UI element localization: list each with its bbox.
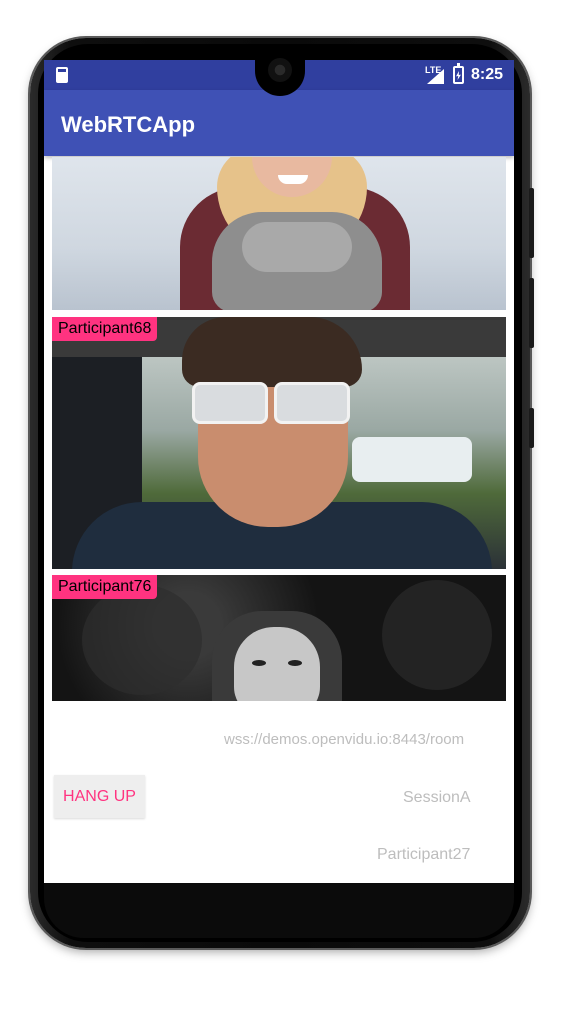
battery-icon xyxy=(453,63,464,84)
video-stream-participant76: Participant76 xyxy=(52,575,506,701)
hang-up-button[interactable]: HANG UP xyxy=(54,775,145,818)
participant-label: Participant76 xyxy=(52,575,158,599)
phone-chin xyxy=(44,883,514,938)
power-button xyxy=(529,408,534,448)
signal-icon xyxy=(427,69,444,84)
camera-notch xyxy=(255,48,305,96)
participant-label: Participant68 xyxy=(52,317,158,341)
server-url-field[interactable]: wss://demos.openvidu.io:8443/room xyxy=(224,731,464,748)
video-stream-1 xyxy=(52,157,506,310)
volume-button xyxy=(529,278,534,348)
front-camera-icon xyxy=(268,58,292,82)
session-name-field[interactable]: SessionA xyxy=(403,789,471,807)
participant-name-field[interactable]: Participant27 xyxy=(377,846,470,864)
device-screen: LTE 8:25 WebRTCApp Participant68 Partici… xyxy=(44,60,514,883)
app-bar: WebRTCApp xyxy=(44,90,514,156)
app-title: WebRTCApp xyxy=(61,112,196,137)
status-time: 8:25 xyxy=(471,66,504,83)
sim-card-icon xyxy=(56,67,68,83)
video-stream-participant68: Participant68 xyxy=(52,317,506,569)
volume-button xyxy=(529,188,534,258)
